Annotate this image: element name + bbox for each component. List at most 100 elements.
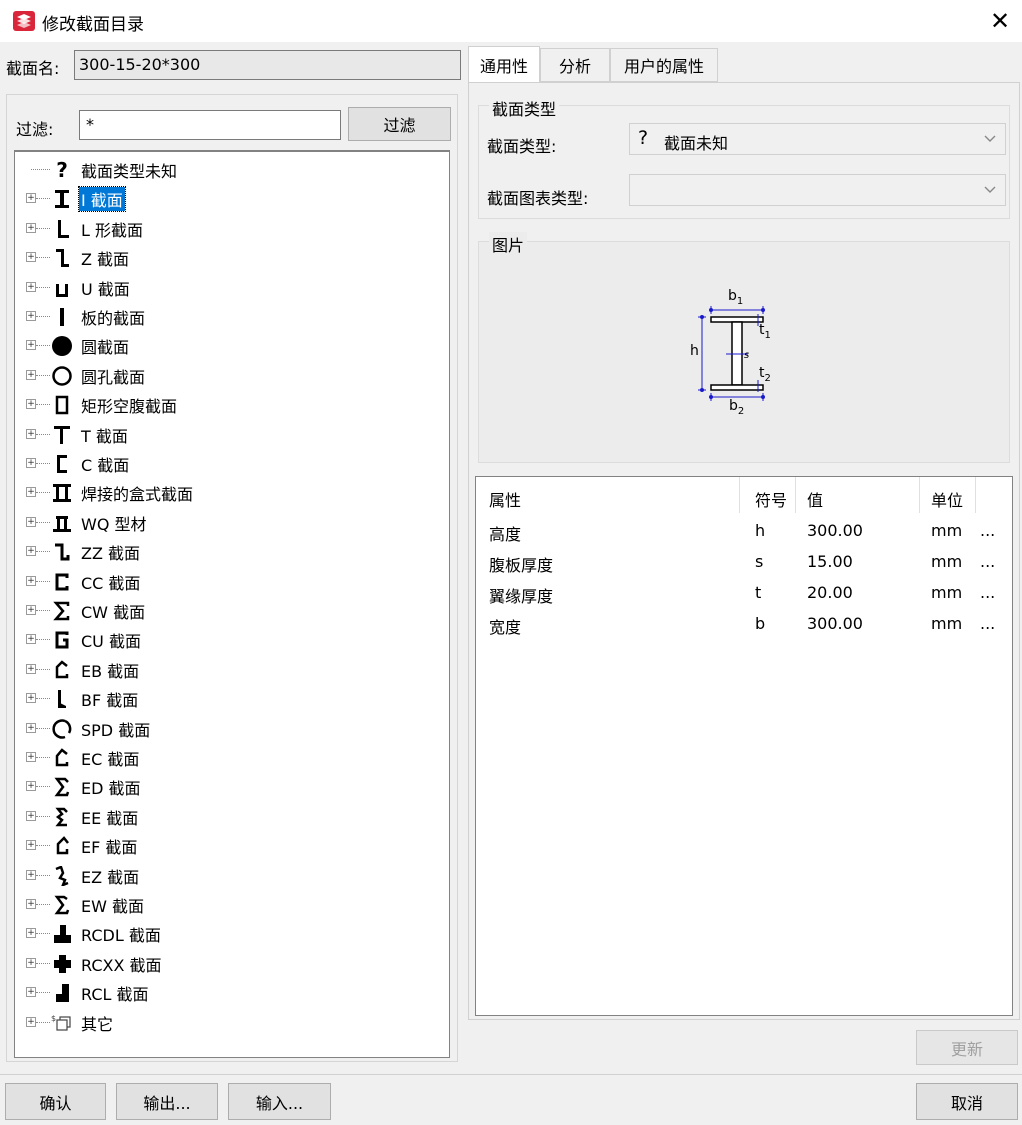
tree-item[interactable]: + L 形截面 (15, 214, 445, 243)
wq-profile-icon (51, 512, 73, 534)
tree-item[interactable]: + 矩形空腹截面 (15, 390, 445, 419)
expand-icon[interactable]: + (26, 928, 36, 939)
tree-item-label: 矩形空腹截面 (81, 397, 178, 417)
dim-b1-label: b1 (728, 288, 744, 307)
ez-section-icon (51, 865, 73, 887)
tree-item-label: EF 截面 (81, 838, 138, 858)
header-value[interactable]: 值 (807, 487, 823, 511)
tree-item-label: CW 截面 (81, 603, 146, 622)
tree-item[interactable]: + Z 截面 (15, 243, 445, 272)
tree-item[interactable]: + CU 截面 (15, 625, 445, 654)
property-value[interactable]: 20.00 (807, 583, 853, 602)
property-more-button[interactable]: ... (980, 614, 995, 633)
section-type-combo[interactable]: ? 截面未知 (629, 123, 1006, 155)
tree-item[interactable]: + RCL 截面 (15, 978, 445, 1007)
expand-icon[interactable]: + (26, 869, 36, 880)
tree-item[interactable]: + RCXX 截面 (15, 949, 445, 978)
ec-section-icon (51, 747, 73, 769)
filter-input[interactable]: * (79, 110, 341, 140)
tree-item[interactable]: + $ 其它 (15, 1008, 445, 1037)
tree-item[interactable]: + CW 截面 (15, 596, 445, 625)
expand-icon[interactable]: + (26, 311, 36, 321)
filter-button[interactable]: 过滤 (348, 107, 451, 141)
expand-icon[interactable]: + (26, 369, 36, 380)
expand-icon[interactable]: + (26, 575, 36, 586)
tree-item[interactable]: + RCDL 截面 (15, 919, 445, 948)
update-button[interactable]: 更新 (916, 1030, 1018, 1065)
tree-item[interactable]: + T 截面 (15, 420, 445, 449)
dim-t2-label: t2 (759, 365, 771, 384)
property-more-button[interactable]: ... (980, 521, 995, 540)
tree-item[interactable]: + EB 截面 (15, 655, 445, 684)
header-property[interactable]: 属性 (489, 487, 521, 511)
tree-item[interactable]: + EC 截面 (15, 743, 445, 772)
expand-icon[interactable]: + (26, 458, 36, 468)
tree-item[interactable]: ? 截面类型未知 (15, 155, 445, 184)
tree-item[interactable]: + CC 截面 (15, 567, 445, 596)
expand-icon[interactable]: + (26, 752, 36, 762)
section-chart-type-combo[interactable] (629, 174, 1006, 206)
tree-item[interactable]: + EZ 截面 (15, 861, 445, 890)
property-value[interactable]: 15.00 (807, 552, 853, 571)
tree-item-label: RCDL 截面 (81, 926, 161, 946)
tree-item[interactable]: + EW 截面 (15, 890, 445, 919)
tab-user-attributes[interactable]: 用户的属性 (610, 48, 718, 82)
tree-item-label: C 截面 (81, 456, 130, 475)
tree-item[interactable]: + 圆截面 (15, 331, 445, 360)
export-button[interactable]: 输出... (116, 1083, 218, 1120)
tree-item[interactable]: + EF 截面 (15, 831, 445, 860)
tree-item[interactable]: + U 截面 (15, 273, 445, 302)
tree-item[interactable]: + 焊接的盒式截面 (15, 478, 445, 507)
expand-icon[interactable]: + (26, 987, 36, 998)
expand-icon[interactable]: + (26, 1016, 36, 1027)
tree-item[interactable]: + ZZ 截面 (15, 537, 445, 566)
expand-icon[interactable]: + (26, 810, 36, 821)
expand-icon[interactable]: + (26, 487, 36, 498)
header-unit[interactable]: 单位 (931, 487, 963, 511)
section-name-field[interactable]: 300-15-20*300 (74, 50, 461, 80)
tree-item[interactable]: + SPD 截面 (15, 714, 445, 743)
expand-icon[interactable]: + (26, 663, 36, 674)
tree-item[interactable]: + WQ 型材 (15, 508, 445, 537)
expand-icon[interactable]: + (26, 193, 36, 204)
expand-icon[interactable]: + (26, 899, 36, 909)
expand-icon[interactable]: + (26, 516, 36, 527)
close-icon[interactable]: ✕ (985, 6, 1015, 36)
expand-icon[interactable]: + (26, 840, 36, 851)
expand-icon[interactable]: + (26, 634, 36, 645)
ok-button[interactable]: 确认 (5, 1083, 106, 1120)
tree-item[interactable]: + 圆孔截面 (15, 361, 445, 390)
tree-item[interactable]: + BF 截面 (15, 684, 445, 713)
expand-icon[interactable]: + (26, 957, 36, 968)
tree-connector (36, 668, 50, 670)
section-tree[interactable]: ? 截面类型未知 + I 截面 + L 形截面 + Z 截面 + U 截面 + 板的截面 + 圆截面 + 圆孔… (14, 150, 450, 1058)
tab-analysis[interactable]: 分析 (540, 48, 610, 82)
property-more-button[interactable]: ... (980, 552, 995, 571)
cancel-button[interactable]: 取消 (916, 1083, 1018, 1120)
import-button[interactable]: 输入... (228, 1083, 331, 1120)
expand-icon[interactable]: + (26, 222, 36, 233)
property-more-button[interactable]: ... (980, 583, 995, 602)
expand-icon[interactable]: + (26, 340, 36, 351)
tree-item[interactable]: + ED 截面 (15, 772, 445, 801)
property-value[interactable]: 300.00 (807, 614, 863, 633)
tab-general[interactable]: 通用性 (468, 46, 540, 83)
header-symbol[interactable]: 符号 (755, 487, 787, 511)
tree-item[interactable]: + I 截面 (15, 184, 445, 213)
tree-connector (36, 933, 50, 935)
expand-icon[interactable]: + (26, 281, 36, 292)
expand-icon[interactable]: + (26, 722, 36, 733)
expand-icon[interactable]: + (26, 399, 36, 410)
expand-icon[interactable]: + (26, 693, 36, 704)
tree-item[interactable]: + EE 截面 (15, 802, 445, 831)
expand-icon[interactable]: + (26, 546, 36, 557)
properties-grid[interactable]: 属性 符号 值 单位 高度 h 300.00 mm... 腹板厚度 s 15.00 mm...… (475, 476, 1013, 1016)
tree-item[interactable]: + 板的截面 (15, 302, 445, 331)
expand-icon[interactable]: + (26, 781, 36, 792)
expand-icon[interactable]: + (26, 428, 36, 439)
property-value[interactable]: 300.00 (807, 521, 863, 540)
other-section-icon: $ (51, 1012, 73, 1034)
expand-icon[interactable]: + (26, 605, 36, 615)
expand-icon[interactable]: + (26, 252, 36, 263)
tree-item[interactable]: + C 截面 (15, 449, 445, 478)
